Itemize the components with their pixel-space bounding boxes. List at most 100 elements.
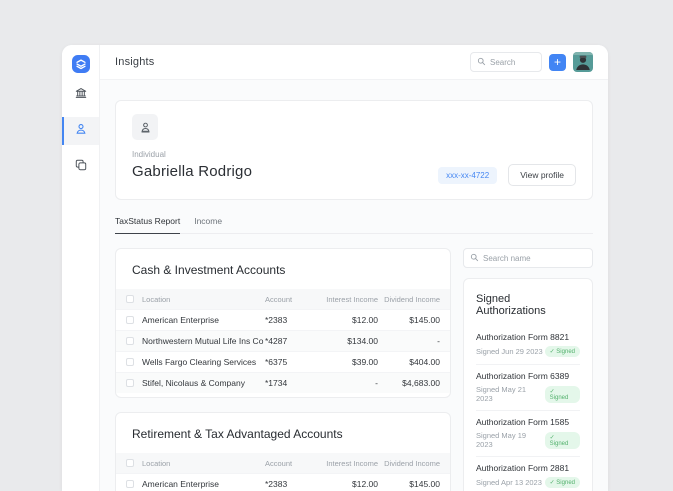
app-window: Insights + Individual	[62, 45, 608, 491]
table-cell: American Enterprise	[142, 315, 265, 325]
table-row[interactable]: Northwestern Mutual Life Ins Co*4287$134…	[116, 330, 450, 351]
table-cell: *4287	[265, 336, 313, 346]
table-cell: -	[313, 378, 378, 388]
table-header-row: Location Account Interest Income Dividen…	[116, 453, 450, 473]
authorization-date: Signed Apr 13 2023	[476, 478, 542, 487]
tab-taxstatus-report[interactable]: TaxStatus Report	[115, 216, 180, 234]
row-checkbox[interactable]	[126, 379, 134, 387]
sidebar-item-institutions[interactable]	[62, 81, 99, 109]
report-tabs: TaxStatus Report Income	[115, 216, 593, 234]
table-header-row: Location Account Interest Income Dividen…	[116, 289, 450, 309]
table-cell: $12.00	[313, 315, 378, 325]
header-actions: +	[470, 52, 593, 72]
table-body: American Enterprise*2383$12.00$145.00	[116, 473, 450, 491]
signed-badge: ✓ Signed	[545, 477, 580, 488]
signed-badge: ✓ Signed	[545, 386, 580, 403]
report-columns: Cash & Investment Accounts Location Acco…	[115, 248, 593, 491]
accounts-column: Cash & Investment Accounts Location Acco…	[115, 248, 451, 491]
table-row[interactable]: Stifel, Nicolaus & Company*1734-$4,683.0…	[116, 372, 450, 393]
row-checkbox[interactable]	[126, 337, 134, 345]
search-icon	[477, 53, 486, 71]
table-row[interactable]: Wells Fargo Clearing Services*6375$39.00…	[116, 351, 450, 372]
signed-badge: ✓ Signed	[545, 432, 580, 449]
app-logo-icon[interactable]	[72, 55, 90, 73]
sidebar-item-individuals[interactable]	[62, 117, 99, 145]
sidebar-item-documents[interactable]	[62, 153, 99, 181]
global-search[interactable]	[470, 52, 542, 72]
column-header-account: Account	[265, 295, 313, 304]
tab-income[interactable]: Income	[194, 216, 222, 233]
authorization-name: Authorization Form 6389	[476, 371, 580, 381]
table-cell: $39.00	[313, 357, 378, 367]
name-search[interactable]	[463, 248, 593, 268]
table-cell: *1734	[265, 378, 313, 388]
retirement-table-card: Retirement & Tax Advantaged Accounts Loc…	[115, 412, 451, 491]
table-cell: *6375	[265, 357, 313, 367]
table-title: Cash & Investment Accounts	[116, 249, 450, 289]
sidebar	[62, 45, 100, 491]
authorization-date: Signed May 19 2023	[476, 431, 545, 449]
table-cell: Wells Fargo Clearing Services	[142, 357, 265, 367]
profile-card: Individual Gabriella Rodrigo xxx-xx-4722…	[115, 100, 593, 200]
table-cell: Stifel, Nicolaus & Company	[142, 378, 265, 388]
table-cell: $404.00	[378, 357, 440, 367]
authorization-name: Authorization Form 8821	[476, 332, 580, 342]
table-row[interactable]: American Enterprise*2383$12.00$145.00	[116, 473, 450, 491]
table-cell: *2383	[265, 479, 313, 489]
table-cell: $4,683.00	[378, 378, 440, 388]
signed-authorizations-card: Signed Authorizations Authorization Form…	[463, 278, 593, 491]
ssn-badge: xxx-xx-4722	[438, 167, 497, 184]
add-button[interactable]: +	[549, 54, 566, 71]
main-area: Insights + Individual	[100, 45, 608, 491]
table-title: Retirement & Tax Advantaged Accounts	[116, 413, 450, 453]
column-header-dividend: Dividend Income	[378, 459, 440, 468]
table-cell: -	[378, 336, 440, 346]
table-cell: $134.00	[313, 336, 378, 346]
row-checkbox[interactable]	[126, 316, 134, 324]
cash-investment-table-card: Cash & Investment Accounts Location Acco…	[115, 248, 451, 398]
table-cell: $145.00	[378, 315, 440, 325]
top-header: Insights +	[100, 45, 608, 80]
row-checkbox[interactable]	[126, 358, 134, 366]
name-search-input[interactable]	[483, 254, 586, 263]
column-header-interest: Interest Income	[313, 295, 378, 304]
column-header-location: Location	[142, 459, 265, 468]
authorization-date: Signed Jun 29 2023	[476, 347, 543, 356]
authorization-name: Authorization Form 1585	[476, 417, 580, 427]
authorizations-column: Signed Authorizations Authorization Form…	[463, 248, 593, 491]
column-header-account: Account	[265, 459, 313, 468]
select-all-checkbox[interactable]	[126, 295, 134, 303]
search-icon	[470, 249, 479, 267]
copy-icon	[74, 158, 88, 177]
column-header-dividend: Dividend Income	[378, 295, 440, 304]
user-avatar[interactable]	[573, 52, 593, 72]
authorization-item[interactable]: Authorization Form 1585 Signed May 19 202…	[476, 410, 580, 456]
column-header-interest: Interest Income	[313, 459, 378, 468]
sidebar-nav	[62, 81, 99, 189]
authorization-item[interactable]: Authorization Form 8821 Signed Jun 29 202…	[476, 326, 580, 364]
content-area: Individual Gabriella Rodrigo xxx-xx-4722…	[100, 80, 608, 491]
bank-icon	[74, 86, 88, 105]
table-cell: American Enterprise	[142, 479, 265, 489]
table-row[interactable]: American Enterprise*2383$12.00$145.00	[116, 309, 450, 330]
row-checkbox[interactable]	[126, 480, 134, 488]
authorization-date: Signed May 21 2023	[476, 385, 545, 403]
signed-badge: ✓ Signed	[545, 346, 580, 357]
profile-type-label: Individual	[132, 150, 576, 159]
table-body: American Enterprise*2383$12.00$145.00Nor…	[116, 309, 450, 393]
authorizations-title: Signed Authorizations	[476, 279, 580, 326]
select-all-checkbox[interactable]	[126, 459, 134, 467]
view-profile-button[interactable]: View profile	[508, 164, 576, 186]
authorization-item[interactable]: Authorization Form 6389 Signed May 21 202…	[476, 364, 580, 410]
page-title: Insights	[115, 56, 155, 68]
column-header-location: Location	[142, 295, 265, 304]
table-cell: *2383	[265, 315, 313, 325]
search-input[interactable]	[490, 58, 535, 67]
person-icon	[74, 122, 88, 141]
table-cell: $12.00	[313, 479, 378, 489]
table-cell: $145.00	[378, 479, 440, 489]
profile-actions: xxx-xx-4722 View profile	[438, 164, 576, 186]
table-cell: Northwestern Mutual Life Ins Co	[142, 336, 265, 346]
authorization-name: Authorization Form 2881	[476, 463, 580, 473]
authorization-item[interactable]: Authorization Form 2881 Signed Apr 13 202…	[476, 456, 580, 491]
